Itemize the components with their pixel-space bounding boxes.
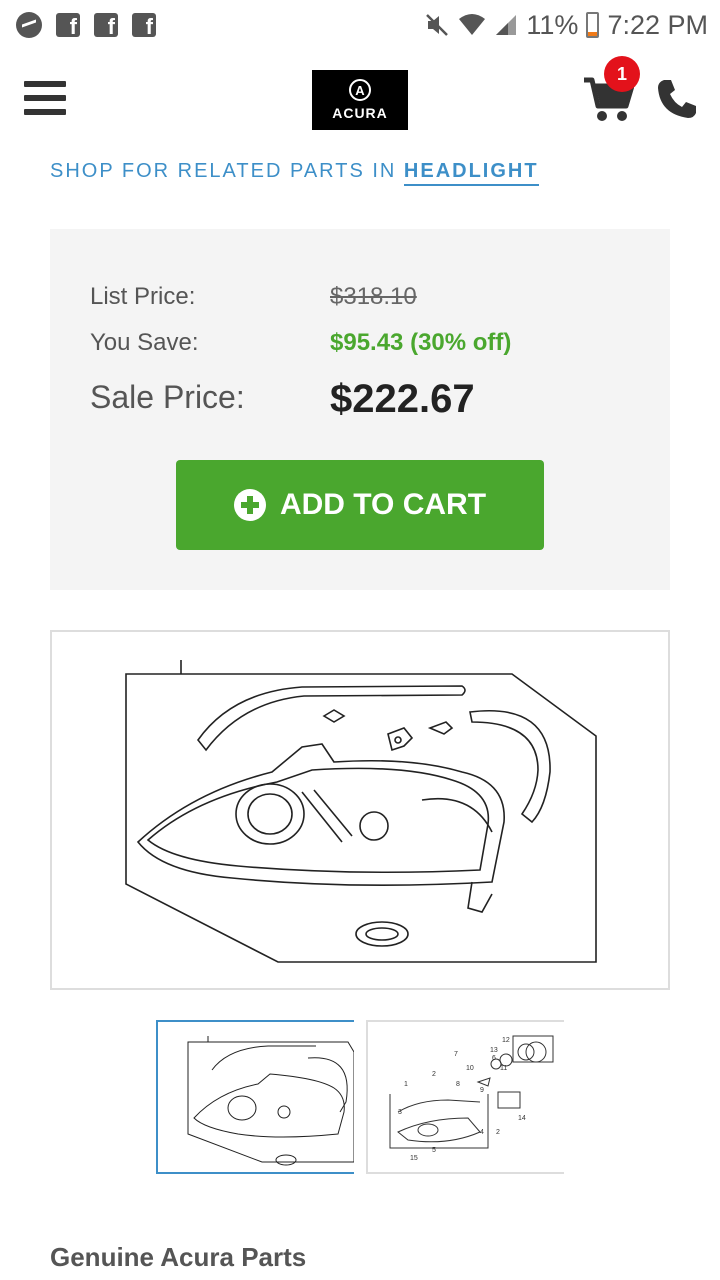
battery-icon	[586, 12, 600, 38]
facebook-icon	[132, 13, 156, 40]
thumbnail-exploded-diagram-image: 12 7 13 6 10 11 2 8 9 1 3 4 14 2 5 15	[389, 1035, 554, 1162]
menu-icon[interactable]	[24, 81, 66, 115]
list-price-label: List Price:	[90, 283, 196, 310]
thumbnail-exploded-diagram[interactable]: 12 7 13 6 10 11 2 8 9 1 3 4 14 2 5 15	[366, 1020, 564, 1174]
callout-label: 14	[518, 1115, 526, 1122]
callout-label: 4	[480, 1129, 484, 1136]
you-save-value: $95.43 (30% off)	[330, 329, 512, 356]
callout-label: 2	[432, 1071, 436, 1078]
mute-icon	[426, 14, 449, 36]
related-parts-prefix: SHOP FOR RELATED PARTS IN	[50, 160, 404, 182]
callout-label: 8	[456, 1081, 460, 1088]
you-save-label: You Save:	[90, 329, 199, 356]
sale-price-label: Sale Price:	[90, 379, 245, 415]
add-to-cart-label: ADD TO CART	[279, 488, 487, 521]
battery-percent: 11%	[526, 9, 579, 40]
callout-label: 6	[492, 1055, 496, 1062]
cart-count-badge: 1	[604, 56, 640, 92]
list-price-value: $318.10	[330, 283, 417, 310]
genuine-parts-heading: Genuine Acura Parts	[50, 1242, 307, 1272]
thumbnail-headlight-image	[187, 1036, 355, 1166]
callout-label: 11	[500, 1065, 507, 1072]
callout-label: 3	[398, 1109, 402, 1116]
notification-icons	[16, 12, 156, 40]
callout-label: 2	[496, 1129, 500, 1136]
clock: 7:22 PM	[607, 9, 708, 40]
thumbnail-headlight[interactable]	[156, 1020, 355, 1174]
site-header: A ACURA 1	[0, 50, 720, 146]
sale-price-value: $222.67	[330, 377, 475, 421]
callout-label: 7	[454, 1051, 458, 1058]
related-parts-link-row: SHOP FOR RELATED PARTS IN HEADLIGHT	[50, 160, 539, 186]
callout-label: 10	[466, 1065, 474, 1072]
facebook-icon	[56, 13, 80, 40]
plus-circle-icon	[233, 489, 266, 521]
logo-text: ACURA	[332, 105, 388, 121]
messenger-icon	[16, 12, 42, 38]
system-indicators: 11% 7:22 PM	[424, 10, 708, 41]
status-bar: 11% 7:22 PM	[0, 0, 720, 50]
callout-label: 12	[502, 1037, 510, 1044]
product-main-image[interactable]	[50, 630, 670, 990]
add-to-cart-button[interactable]: ADD TO CART	[176, 460, 544, 550]
callout-label: 5	[432, 1147, 436, 1154]
callout-label: 15	[410, 1155, 418, 1162]
callout-label: 9	[480, 1087, 484, 1094]
headlight-category-link[interactable]: HEADLIGHT	[403, 160, 539, 186]
callout-label: 13	[490, 1047, 498, 1054]
price-box: List Price: $318.10 You Save: $95.43 (30…	[50, 229, 670, 590]
wifi-icon	[459, 14, 486, 35]
facebook-icon	[94, 13, 118, 40]
logo-mark: A	[349, 79, 371, 101]
headlight-diagram	[125, 660, 597, 963]
acura-logo[interactable]: A ACURA	[312, 70, 408, 130]
callout-label: 1	[404, 1081, 408, 1088]
signal-icon	[496, 15, 517, 35]
phone-icon[interactable]	[656, 78, 698, 120]
